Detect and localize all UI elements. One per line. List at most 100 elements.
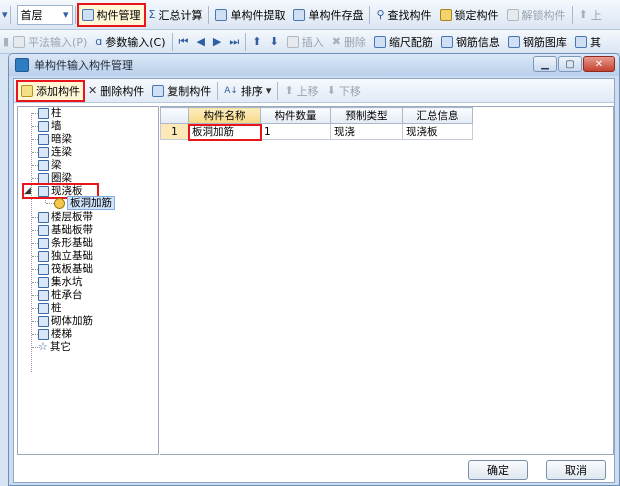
rebar-info-button[interactable]: 钢筋信息 — [437, 31, 504, 53]
next-button[interactable]: ▶ — [209, 31, 225, 53]
coupling-beam-icon — [38, 146, 49, 158]
move-down-item-button[interactable]: ⬇ 下移 — [323, 80, 365, 102]
tree-node-masonry-rebar[interactable]: 砌体加筋 — [38, 315, 93, 327]
plan-input-button[interactable]: 平法输入(P) — [9, 31, 91, 53]
table-row[interactable]: 1 板洞加筋 1 现浇 现浇板 — [160, 123, 473, 140]
column-header-name[interactable]: 构件名称 — [188, 107, 261, 124]
delete-component-label: 删除构件 — [100, 84, 145, 98]
cell-name[interactable]: 板洞加筋 — [188, 123, 261, 140]
next-icon: ▶ — [212, 34, 222, 48]
separator — [9, 5, 11, 24]
copy-component-button[interactable]: 复制构件 — [148, 80, 215, 102]
tree-node-stairs[interactable]: 楼梯 — [38, 328, 72, 340]
close-button[interactable]: ✕ — [583, 56, 615, 72]
find-component-button[interactable]: ⚲ 查找构件 — [372, 4, 435, 26]
copy-icon — [152, 84, 165, 97]
move-up-item-button[interactable]: ⬆ 上移 — [280, 80, 322, 102]
tree-node-coupling-beam[interactable]: 连梁 — [38, 146, 72, 158]
tree-node-label: 桩 — [51, 302, 62, 314]
add-component-icon — [21, 84, 33, 97]
move-down-item-label: 下移 — [338, 84, 361, 98]
ok-button[interactable]: 确定 — [468, 460, 528, 480]
tree-node-ring-beam[interactable]: 圈梁 — [38, 172, 72, 184]
tree-node-pile-cap[interactable]: 桩承台 — [38, 289, 83, 301]
column-header-count[interactable]: 构件数量 — [260, 107, 331, 124]
separator — [208, 5, 210, 24]
cell-count[interactable]: 1 — [260, 123, 331, 140]
add-component-label: 添加构件 — [36, 84, 80, 98]
single-save-button[interactable]: 单构件存盘 — [289, 4, 367, 26]
delete-component-button[interactable]: ✕ 删除构件 — [84, 80, 148, 102]
separator — [245, 32, 247, 51]
tree-node-pile[interactable]: 桩 — [38, 302, 62, 314]
component-manage-button[interactable]: 构件管理 — [76, 2, 146, 27]
single-extract-label: 单构件提取 — [230, 8, 286, 22]
dropdown-arrow-icon[interactable]: ▾ — [2, 8, 8, 21]
cancel-button[interactable]: 取消 — [546, 460, 606, 480]
minimize-button[interactable]: ▁ — [533, 56, 557, 72]
tree-node-hidden-beam[interactable]: 暗梁 — [38, 133, 72, 145]
save-icon — [293, 8, 306, 21]
component-manager-dialog: 单构件输入构件管理 ▁ ▢ ✕ 添加构件 ✕ 删除构件 复制构件 A↓ 排序 ▾ ⬆ 上… — [8, 53, 620, 486]
ring-beam-icon — [38, 172, 49, 184]
tree-node-raft-foundation[interactable]: 筏板基础 — [38, 263, 93, 275]
component-type-tree[interactable]: 柱 墙 暗梁 连梁 梁 圈梁 ◢ 现浇板 板洞加筋 楼层板带 基础板带 条形基础… — [17, 106, 159, 455]
tree-node-label: 楼层板带 — [51, 211, 93, 223]
column-header-type[interactable]: 预制类型 — [330, 107, 403, 124]
tree-node-foundation-strip[interactable]: 基础板带 — [38, 224, 93, 236]
maximize-button[interactable]: ▢ — [558, 56, 582, 72]
tree-node-slab-opening-rebar[interactable]: 板洞加筋 — [54, 196, 115, 210]
tree-node-label: 独立基础 — [51, 250, 93, 262]
separator — [277, 81, 279, 100]
rebar-info-icon — [440, 35, 453, 48]
other-icon — [574, 35, 587, 48]
column-header-summary[interactable]: 汇总信息 — [402, 107, 473, 124]
single-extract-button[interactable]: 单构件提取 — [211, 4, 289, 26]
sort-az-icon: A↓ — [224, 85, 238, 96]
hidden-beam-icon — [38, 133, 49, 145]
delete-button[interactable]: ✖ 删除 — [328, 31, 370, 53]
unlock-component-button[interactable]: 解锁构件 — [503, 4, 570, 26]
cell-type[interactable]: 现浇 — [330, 123, 403, 140]
prev-button[interactable]: ◀ — [192, 31, 208, 53]
copy-component-label: 复制构件 — [167, 84, 212, 98]
tree-node-isolated-footing[interactable]: 独立基础 — [38, 250, 93, 262]
sort-dropdown[interactable]: A↓ 排序 ▾ — [220, 80, 275, 102]
collapse-triangle-icon[interactable]: ◢ — [24, 185, 31, 197]
sigma-icon: Σ — [148, 7, 156, 21]
dialog-titlebar[interactable]: 单构件输入构件管理 ▁ ▢ ✕ — [9, 54, 619, 76]
move-up-button[interactable]: ⬆ 上 — [575, 4, 606, 26]
tree-node-other[interactable]: ☆ 其它 — [38, 341, 71, 354]
summary-calc-button[interactable]: Σ 汇总计算 — [145, 4, 207, 26]
tree-node-column[interactable]: 柱 — [38, 107, 62, 119]
param-input-button[interactable]: ɑ 参数输入(C) — [91, 31, 169, 53]
tree-node-label: 梁 — [51, 159, 62, 171]
rebar-library-button[interactable]: 钢筋图库 — [504, 31, 571, 53]
arrow-up-icon: ⬆ — [252, 34, 262, 48]
down-arrow-button[interactable]: ⬇ — [266, 31, 283, 53]
row-number[interactable]: 1 — [160, 123, 189, 140]
scale-rebar-button[interactable]: 缩尺配筋 — [370, 31, 437, 53]
tree-node-sump-pit[interactable]: 集水坑 — [38, 276, 83, 288]
up-arrow-button[interactable]: ⬆ — [248, 31, 265, 53]
tree-node-label: 圈梁 — [51, 172, 72, 184]
move-up-label: 上 — [590, 8, 602, 22]
insert-button[interactable]: 插入 — [283, 31, 328, 53]
component-grid[interactable]: 构件名称 构件数量 预制类型 汇总信息 1 板洞加筋 1 现浇 现浇板 — [160, 106, 614, 455]
table-header-row: 构件名称 构件数量 预制类型 汇总信息 — [160, 107, 473, 124]
tree-node-strip-footing[interactable]: 条形基础 — [38, 237, 93, 249]
unlock-component-label: 解锁构件 — [521, 8, 566, 22]
delete-x-icon: ✕ — [88, 83, 98, 97]
cell-summary[interactable]: 现浇板 — [402, 123, 473, 140]
chevron-down-icon: ▾ — [63, 7, 69, 21]
last-button[interactable]: ⏭ — [225, 31, 243, 53]
floor-select[interactable]: 首层 ▾ — [16, 4, 73, 25]
lock-component-button[interactable]: 锁定构件 — [436, 4, 503, 26]
tree-node-floor-strip[interactable]: 楼层板带 — [38, 211, 93, 223]
add-component-button[interactable]: 添加构件 — [16, 79, 85, 102]
separator — [369, 5, 371, 24]
other-button[interactable]: 其 — [571, 31, 605, 53]
first-button[interactable]: ⏮ — [175, 31, 193, 53]
tree-node-wall[interactable]: 墙 — [38, 120, 62, 132]
tree-node-beam[interactable]: 梁 — [38, 159, 62, 171]
